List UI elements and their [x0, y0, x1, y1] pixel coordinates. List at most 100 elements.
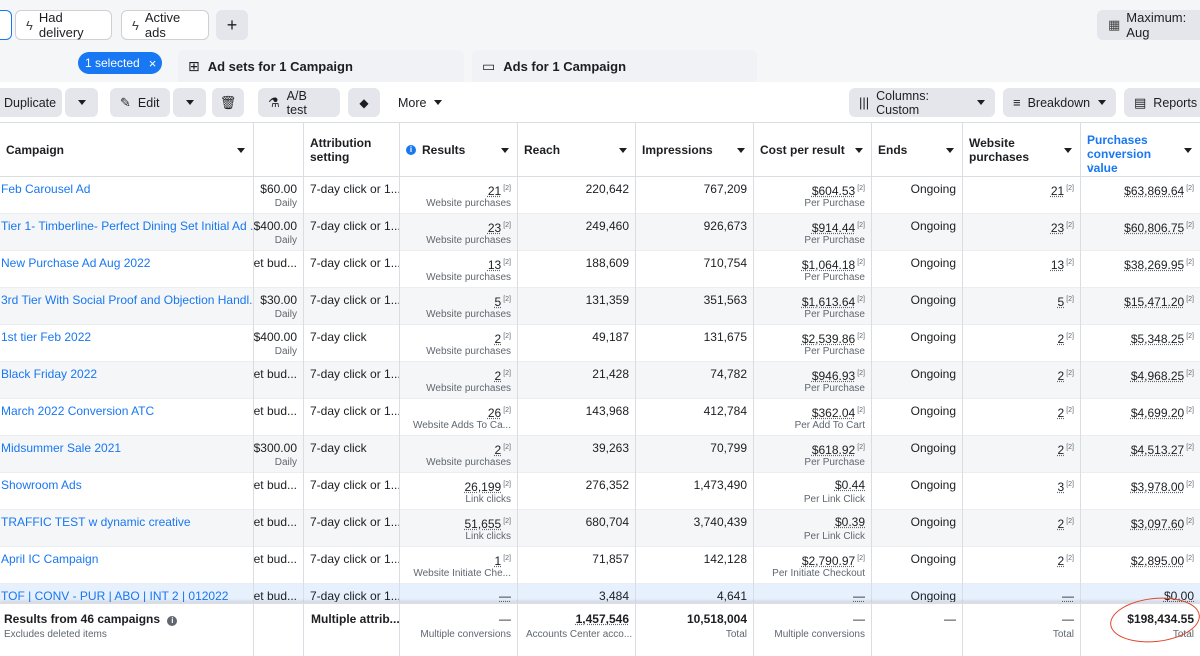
website-purchases-value[interactable]: 2	[1058, 332, 1065, 346]
campaign-name-link[interactable]: 1st tier Feb 2022	[1, 330, 91, 344]
cost-per-result-value[interactable]: $0.39	[835, 515, 865, 529]
more-button[interactable]: More	[388, 88, 454, 117]
table-row[interactable]: Feb Carousel Ad $60.00 Daily 7-day click or…	[0, 177, 1200, 214]
cost-per-result-value[interactable]: $618.92	[812, 443, 855, 457]
campaign-name-link[interactable]: Tier 1- Timberline- Perfect Dining Set I…	[1, 219, 253, 233]
chevron-down-icon[interactable]	[855, 148, 863, 153]
results-value[interactable]: 26	[488, 406, 501, 420]
column-header-budget[interactable]	[254, 123, 304, 177]
column-header-impressions[interactable]: Impressions	[636, 123, 754, 177]
chevron-down-icon[interactable]	[237, 148, 245, 153]
campaign-name-link[interactable]: Midsummer Sale 2021	[1, 441, 121, 455]
cost-per-result-value[interactable]: $0.44	[835, 478, 865, 492]
pcv-value[interactable]: $4,968.25	[1131, 369, 1184, 383]
selection-badge[interactable]: 1 selected ×	[78, 52, 162, 74]
results-value[interactable]: 1	[495, 554, 502, 568]
reports-button[interactable]: ▤ Reports	[1124, 88, 1200, 117]
website-purchases-value[interactable]: 2	[1058, 554, 1065, 568]
chevron-down-icon[interactable]	[737, 148, 745, 153]
results-value[interactable]: —	[499, 589, 511, 603]
results-value[interactable]: 13	[488, 258, 501, 272]
pcv-value[interactable]: $4,699.20	[1131, 406, 1184, 420]
table-row[interactable]: Tier 1- Timberline- Perfect Dining Set I…	[0, 214, 1200, 251]
cost-per-result-value[interactable]: —	[853, 589, 865, 603]
cost-per-result-value[interactable]: $1,613.64	[802, 295, 855, 309]
results-value[interactable]: 2	[495, 369, 502, 383]
chevron-down-icon[interactable]	[946, 148, 954, 153]
pcv-value[interactable]: $4,513.27	[1131, 443, 1184, 457]
table-row[interactable]: TRAFFIC TEST w dynamic creative et bud...…	[0, 510, 1200, 547]
pcv-value[interactable]: $38,269.95	[1124, 258, 1184, 272]
pcv-value[interactable]: $60,806.75	[1124, 221, 1184, 235]
website-purchases-value[interactable]: 23	[1051, 221, 1064, 235]
columns-button[interactable]: ||| Columns: Custom	[849, 88, 995, 117]
cost-per-result-value[interactable]: $946.93	[812, 369, 855, 383]
website-purchases-value[interactable]: 2	[1058, 369, 1065, 383]
website-purchases-value[interactable]: 5	[1058, 295, 1065, 309]
website-purchases-value[interactable]: —	[1062, 589, 1074, 603]
results-value[interactable]: 51,655	[465, 517, 502, 531]
cost-per-result-value[interactable]: $1,064.18	[802, 258, 855, 272]
delete-button[interactable]: 🗑	[212, 88, 244, 117]
date-range-button[interactable]: ▦ Maximum: Aug	[1097, 10, 1200, 40]
website-purchases-value[interactable]: 13	[1051, 258, 1064, 272]
breakdown-button[interactable]: ≡ Breakdown	[1003, 88, 1116, 117]
pcv-value[interactable]: $5,348.25	[1131, 332, 1184, 346]
column-header-attribution[interactable]: Attribution setting	[304, 123, 400, 177]
website-purchases-value[interactable]: 2	[1058, 443, 1065, 457]
table-row[interactable]: 3rd Tier With Social Proof and Objection…	[0, 288, 1200, 325]
campaign-name-link[interactable]: March 2022 Conversion ATC	[1, 404, 154, 418]
edit-button[interactable]: ✎ Edit	[110, 88, 170, 117]
website-purchases-value[interactable]: 2	[1058, 517, 1065, 531]
add-filter-button[interactable]: +	[216, 10, 248, 40]
cost-per-result-value[interactable]: $362.04	[812, 406, 855, 420]
table-row[interactable]: March 2022 Conversion ATC et bud... 7-day …	[0, 399, 1200, 436]
column-header-campaign[interactable]: Campaign	[0, 123, 254, 177]
ab-test-button[interactable]: ⚗ A/B test	[258, 88, 340, 117]
tab-ad-sets[interactable]: ⊞ Ad sets for 1 Campaign	[178, 50, 464, 82]
edit-dropdown-button[interactable]	[173, 88, 206, 117]
results-value[interactable]: 2	[495, 443, 502, 457]
campaign-name-link[interactable]: Feb Carousel Ad	[1, 182, 90, 196]
sort-descending-icon[interactable]: ↓	[1089, 160, 1095, 174]
clear-selection-icon[interactable]: ×	[149, 56, 157, 71]
tab-ads[interactable]: ▭ Ads for 1 Campaign	[472, 50, 757, 82]
chevron-down-icon[interactable]	[619, 148, 627, 153]
duplicate-button[interactable]: Duplicate	[0, 88, 62, 117]
cost-per-result-value[interactable]: $2,539.86	[802, 332, 855, 346]
column-header-website-purchases[interactable]: Website purchases	[963, 123, 1081, 177]
info-icon[interactable]: i	[167, 616, 178, 626]
column-header-purchases-conversion-value[interactable]: Purchases conversion value ↓	[1081, 123, 1200, 177]
table-row[interactable]: Midsummer Sale 2021 $300.00 Daily 7-day cli…	[0, 436, 1200, 473]
chevron-down-icon[interactable]	[1184, 148, 1192, 153]
had-delivery-filter[interactable]: ϟ Had delivery	[15, 10, 112, 40]
campaign-name-link[interactable]: New Purchase Ad Aug 2022	[1, 256, 150, 270]
campaign-name-link[interactable]: 3rd Tier With Social Proof and Objection…	[1, 293, 253, 307]
column-header-results[interactable]: i Results	[400, 123, 518, 177]
pcv-value[interactable]: $3,097.60	[1131, 517, 1184, 531]
website-purchases-value[interactable]: 3	[1058, 480, 1065, 494]
info-icon[interactable]: i	[406, 145, 416, 155]
column-header-cost-per-result[interactable]: Cost per result	[754, 123, 872, 177]
website-purchases-value[interactable]: 2	[1058, 406, 1065, 420]
results-value[interactable]: 5	[495, 295, 502, 309]
active-ads-filter[interactable]: ϟ Active ads	[121, 10, 209, 40]
pcv-value[interactable]: $2,895.00	[1131, 554, 1184, 568]
cost-per-result-value[interactable]: $914.44	[812, 221, 855, 235]
table-row[interactable]: Showroom Ads et bud... 7-day click or 1...…	[0, 473, 1200, 510]
results-value[interactable]: 2	[495, 332, 502, 346]
column-header-ends[interactable]: Ends	[872, 123, 963, 177]
table-row[interactable]: April IC Campaign et bud... 7-day click or…	[0, 547, 1200, 584]
cost-per-result-value[interactable]: $604.53	[812, 184, 855, 198]
chevron-down-icon[interactable]	[501, 148, 509, 153]
campaign-name-link[interactable]: Showroom Ads	[1, 478, 82, 492]
duplicate-dropdown-button[interactable]	[65, 88, 98, 117]
cost-per-result-value[interactable]: $2,790.97	[802, 554, 855, 568]
tag-button[interactable]: ◆	[348, 88, 380, 117]
results-value[interactable]: 21	[488, 184, 501, 198]
website-purchases-value[interactable]: 21	[1051, 184, 1064, 198]
results-value[interactable]: 23	[488, 221, 501, 235]
column-header-reach[interactable]: Reach	[518, 123, 636, 177]
filter-pill-partial[interactable]	[0, 10, 12, 40]
table-row[interactable]: New Purchase Ad Aug 2022 et bud... 7-day c…	[0, 251, 1200, 288]
